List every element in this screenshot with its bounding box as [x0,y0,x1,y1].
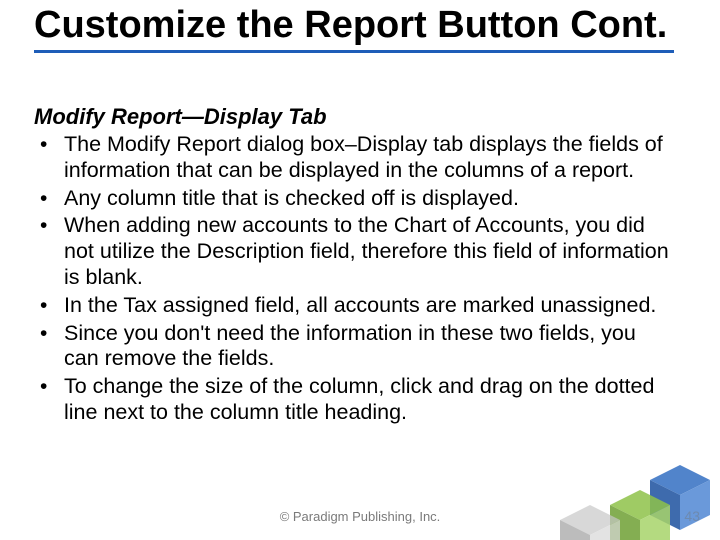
list-item: In the Tax assigned field, all accounts … [34,293,674,319]
slide-body: Modify Report—Display Tab The Modify Rep… [34,104,674,428]
list-item: The Modify Report dialog box–Display tab… [34,132,674,184]
list-item: Any column title that is checked off is … [34,186,674,212]
list-item: To change the size of the column, click … [34,374,674,426]
list-item: Since you don't need the information in … [34,321,674,373]
bullet-list: The Modify Report dialog box–Display tab… [34,132,674,426]
slide: Customize the Report Button Cont. Modify… [0,0,720,540]
page-number: 43 [684,508,700,524]
footer-copyright: © Paradigm Publishing, Inc. [0,509,720,524]
slide-title: Customize the Report Button Cont. [34,4,674,53]
list-item: When adding new accounts to the Chart of… [34,213,674,290]
section-subhead: Modify Report—Display Tab [34,104,674,130]
